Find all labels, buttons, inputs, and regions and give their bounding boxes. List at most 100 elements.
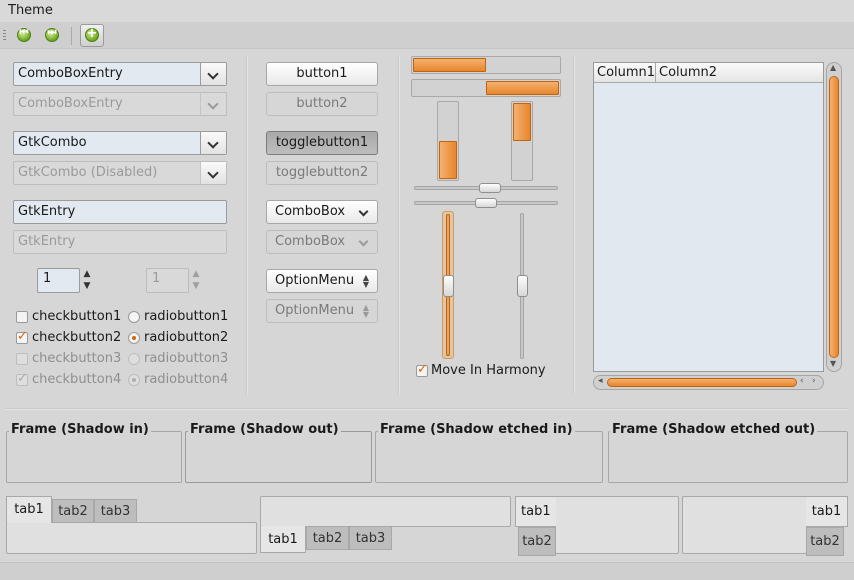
go-last-icon: ⏭ — [45, 27, 59, 42]
combobox-disabled: ComboBox — [266, 230, 378, 254]
button2: button2 — [266, 92, 378, 116]
frame-shadow-etched-out-label: Frame (Shadow etched out) — [610, 422, 818, 437]
vscale-2-knob[interactable] — [517, 275, 528, 297]
toolbar-grip[interactable] — [3, 30, 6, 42]
progressbar-fill — [513, 103, 531, 141]
gtk-entry[interactable]: GtkEntry — [13, 200, 227, 224]
checkbutton4-label: checkbutton4 — [32, 372, 122, 387]
toolbar: ⏮ ⏭ + — [0, 22, 854, 49]
scroll-down-icon[interactable]: ▼ — [830, 359, 836, 368]
radiobutton4-circle — [128, 374, 140, 386]
spin-up-icon[interactable]: ▲ — [81, 268, 93, 280]
gtkcombo[interactable]: GtkCombo — [13, 131, 227, 155]
scroll-right-icon[interactable]: › — [812, 376, 816, 386]
go-first-button[interactable]: ⏮ — [13, 25, 35, 46]
hscale-2-knob[interactable] — [475, 198, 497, 208]
notebook2-tab2[interactable]: tab2 — [306, 526, 349, 550]
spin-up-icon: ▲ — [192, 269, 200, 279]
frame-shadow-etched-in — [375, 431, 603, 483]
radiobutton3-label: radiobutton3 — [144, 351, 229, 366]
checkbutton3-label: checkbutton3 — [32, 351, 122, 366]
move-in-harmony-box[interactable] — [416, 362, 428, 377]
checkbutton3-box — [16, 353, 28, 365]
frame-shadow-in — [6, 431, 182, 483]
frame-shadow-out — [185, 431, 372, 483]
progressbar-horizontal-1 — [411, 56, 561, 74]
notebook4-tab1[interactable]: tab1 — [806, 496, 848, 527]
tree-view[interactable]: Column1 Column2 — [593, 62, 824, 372]
progressbar-horizontal-2 — [411, 79, 561, 97]
combobox-entry-disabled: ComboBoxEntry — [13, 92, 227, 116]
go-first-icon: ⏮ — [17, 27, 31, 42]
radiobutton1-circle[interactable] — [128, 311, 140, 323]
radiobutton2-label[interactable]: radiobutton2 — [144, 330, 228, 345]
frame-shadow-out-label: Frame (Shadow out) — [188, 422, 341, 437]
radiobutton3-circle — [128, 353, 140, 365]
spinbutton[interactable]: 1 ▲ ▼ — [37, 268, 90, 293]
progressbar-fill — [439, 141, 457, 179]
combobox-entry[interactable]: ComboBoxEntry — [13, 62, 227, 86]
tree-hscrollbar-thumb[interactable] — [607, 378, 797, 387]
notebook1-tab1[interactable]: tab1 — [6, 496, 52, 523]
combobox[interactable]: ComboBox — [266, 200, 378, 224]
checkbutton2-label[interactable]: checkbutton2 — [32, 330, 121, 345]
option-updown-icon: ▲ ▼ — [362, 273, 369, 289]
spin-down-icon[interactable]: ▼ — [81, 280, 93, 292]
chevron-down-icon — [358, 206, 369, 217]
chevron-down-icon — [207, 167, 219, 179]
checkbutton2-box[interactable] — [16, 329, 28, 344]
spin-down-icon: ▼ — [192, 281, 200, 291]
notebook1-tab2[interactable]: tab2 — [52, 499, 94, 523]
column-separator — [246, 56, 248, 394]
notebook1-tab3[interactable]: tab3 — [94, 499, 137, 523]
checkbutton4-box — [16, 371, 28, 386]
frame-shadow-etched-in-label: Frame (Shadow etched in) — [378, 422, 575, 437]
togglebutton1[interactable]: togglebutton1 — [266, 131, 378, 155]
notebook4-page — [682, 496, 807, 554]
go-last-button[interactable]: ⏭ — [41, 25, 63, 46]
chevron-down-icon — [207, 137, 219, 149]
toolbar-separator — [71, 27, 72, 45]
spinbutton-disabled: 1 ▲ ▼ — [146, 268, 199, 293]
column1-header[interactable]: Column1 — [594, 63, 656, 83]
add-button[interactable]: + — [80, 24, 104, 47]
radiobutton4-label: radiobutton4 — [144, 372, 229, 387]
scroll-left-icon[interactable]: ‹ — [800, 376, 804, 386]
gtkcombo-arrow[interactable] — [200, 132, 226, 154]
chevron-down-icon — [207, 98, 219, 110]
optionmenu[interactable]: OptionMenu ▲ ▼ — [266, 269, 378, 293]
checkbutton1-label[interactable]: checkbutton1 — [32, 309, 121, 324]
chevron-down-icon — [207, 68, 219, 80]
progressbar-fill — [413, 58, 486, 72]
hscale-1-knob[interactable] — [479, 183, 501, 193]
horizontal-separator — [6, 408, 848, 410]
scroll-left-icon[interactable]: ◂ — [598, 376, 603, 386]
frame-shadow-in-label: Frame (Shadow in) — [9, 422, 151, 437]
option-updown-icon: ▲ ▼ — [362, 303, 369, 319]
notebook3-tab2[interactable]: tab2 — [518, 527, 556, 556]
optionmenu-disabled: OptionMenu ▲ ▼ — [266, 299, 378, 323]
move-in-harmony-label[interactable]: Move In Harmony — [431, 363, 546, 378]
button1[interactable]: button1 — [266, 62, 378, 86]
radiobutton2-circle[interactable] — [128, 332, 140, 344]
tree-vscrollbar[interactable]: ▲ ▼ — [826, 62, 842, 372]
checkbutton1-box[interactable] — [16, 311, 28, 323]
togglebutton2: togglebutton2 — [266, 161, 378, 185]
combobox-entry-arrow[interactable] — [200, 63, 226, 85]
gtkcombo-disabled: GtkCombo (Disabled) — [13, 161, 227, 185]
notebook2-tab3[interactable]: tab3 — [349, 526, 392, 550]
radiobutton1-label[interactable]: radiobutton1 — [144, 309, 228, 324]
column-separator — [573, 56, 575, 394]
notebook1-page — [6, 522, 257, 554]
tree-hscrollbar[interactable]: ◂ ‹ › — [593, 375, 824, 390]
notebook2-tab1[interactable]: tab1 — [260, 526, 306, 553]
notebook3-tab1[interactable]: tab1 — [515, 496, 556, 527]
progressbar-vertical-2 — [511, 101, 533, 181]
vscale-1-knob[interactable] — [443, 275, 454, 297]
statusbar — [0, 562, 854, 580]
menu-theme[interactable]: Theme — [8, 3, 53, 18]
scroll-up-icon[interactable]: ▲ — [830, 63, 836, 72]
tree-vscrollbar-thumb[interactable] — [829, 76, 839, 358]
notebook4-tab2[interactable]: tab2 — [806, 527, 844, 556]
column2-header[interactable]: Column2 — [656, 63, 823, 83]
